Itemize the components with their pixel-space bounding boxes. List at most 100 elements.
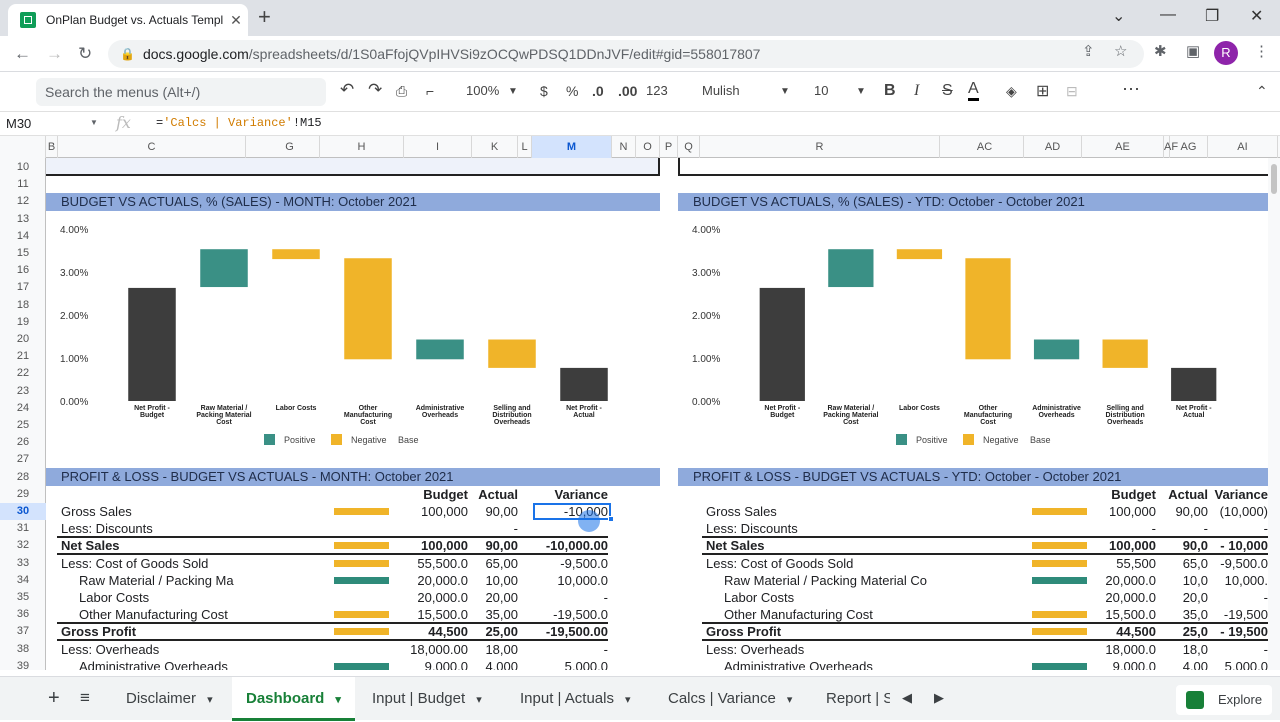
column-header-ad[interactable]: AD bbox=[1024, 136, 1082, 158]
vertical-scrollbar[interactable] bbox=[1268, 158, 1280, 670]
more-options-icon[interactable]: ⋯ bbox=[1122, 79, 1140, 100]
column-header-o[interactable]: O bbox=[636, 136, 660, 158]
scroll-tabs-left-icon[interactable]: ◀ bbox=[902, 690, 912, 706]
bar-negative[interactable] bbox=[488, 339, 536, 368]
fill-handle[interactable] bbox=[608, 516, 614, 522]
forward-icon[interactable]: → bbox=[46, 44, 63, 64]
row-header-16[interactable]: 16 bbox=[0, 262, 46, 279]
bar-positive[interactable] bbox=[200, 249, 248, 288]
minimize-icon[interactable]: — bbox=[1160, 6, 1176, 24]
chevron-down-icon[interactable]: ▾ bbox=[784, 694, 793, 706]
column-header-ae[interactable]: AE bbox=[1082, 136, 1164, 158]
row-header-38[interactable]: 38 bbox=[0, 641, 46, 658]
avatar[interactable]: R bbox=[1214, 41, 1238, 65]
waterfall-chart-ytd[interactable]: 4.00% 3.00% 2.00% 1.00% 0.00% Net Profit -Bud… bbox=[678, 218, 1268, 448]
row-header-22[interactable]: 22 bbox=[0, 365, 46, 382]
sheet-tab-dashboard[interactable]: Dashboard ▾ bbox=[232, 677, 355, 721]
column-header-r[interactable]: R bbox=[700, 136, 940, 158]
bar-base[interactable] bbox=[759, 287, 805, 401]
share-icon[interactable]: ⇪ bbox=[1082, 42, 1095, 60]
browser-tab[interactable]: OnPlan Budget vs. Actuals Templ ✕ bbox=[8, 4, 248, 36]
currency-button[interactable]: $ bbox=[540, 83, 548, 99]
url-input[interactable]: 🔒 docs.google.com /spreadsheets/d/1S0aFf… bbox=[108, 40, 1144, 68]
chevron-down-icon[interactable]: ▾ bbox=[473, 694, 482, 706]
column-header-g[interactable]: G bbox=[260, 136, 320, 158]
sheet-tab-disclaimer[interactable]: Disclaimer ▾ bbox=[112, 677, 227, 721]
row-header-10[interactable]: 10 bbox=[0, 159, 46, 176]
sheet-grid[interactable]: BUDGET VS ACTUALS, % (SALES) - MONTH: Oc… bbox=[46, 158, 1268, 670]
row-header-15[interactable]: 15 bbox=[0, 245, 46, 262]
row-header-26[interactable]: 26 bbox=[0, 434, 46, 451]
row-header-17[interactable]: 17 bbox=[0, 279, 46, 296]
font-size-select[interactable]: 10 bbox=[814, 83, 828, 98]
scroll-tabs-right-icon[interactable]: ▶ bbox=[934, 690, 944, 706]
column-header-ac[interactable]: AC bbox=[946, 136, 1024, 158]
column-header-k[interactable]: K bbox=[472, 136, 518, 158]
name-box[interactable]: M30 bbox=[6, 116, 100, 131]
tab-close-icon[interactable]: ✕ bbox=[224, 12, 248, 29]
row-header-14[interactable]: 14 bbox=[0, 228, 46, 245]
column-header-n[interactable]: N bbox=[612, 136, 636, 158]
column-header-h[interactable]: H bbox=[320, 136, 404, 158]
sheet-tab-input-budget[interactable]: Input | Budget ▾ bbox=[358, 677, 496, 721]
column-header-ai[interactable]: AI bbox=[1208, 136, 1278, 158]
bar-negative[interactable] bbox=[965, 258, 1011, 360]
fill-color-icon[interactable]: ◈ bbox=[1006, 83, 1017, 100]
chevron-down-icon[interactable]: ▾ bbox=[622, 694, 631, 706]
row-header-37[interactable]: 37 bbox=[0, 623, 46, 640]
bar-base[interactable] bbox=[1171, 367, 1217, 401]
merge-cells-icon[interactable]: ⊟ bbox=[1066, 83, 1078, 100]
bar-positive[interactable] bbox=[1033, 339, 1080, 360]
column-header-c[interactable]: C bbox=[58, 136, 246, 158]
row-header-28[interactable]: 28 bbox=[0, 469, 46, 486]
side-panel-icon[interactable]: ▣ bbox=[1186, 42, 1200, 60]
decrease-decimal-button[interactable]: .0 bbox=[592, 83, 604, 99]
strikethrough-button[interactable]: S bbox=[942, 82, 953, 100]
font-select[interactable]: Mulish bbox=[702, 83, 740, 98]
row-header-36[interactable]: 36 bbox=[0, 606, 46, 623]
row-header-30[interactable]: 30 bbox=[0, 503, 46, 520]
column-header-i[interactable]: I bbox=[404, 136, 472, 158]
text-color-button[interactable]: A bbox=[968, 80, 979, 101]
row-header-24[interactable]: 24 bbox=[0, 400, 46, 417]
paint-format-icon[interactable]: ⌐ bbox=[426, 83, 434, 99]
collapse-toolbar-icon[interactable]: ⌃ bbox=[1256, 83, 1268, 100]
row-header-25[interactable]: 25 bbox=[0, 417, 46, 434]
bar-base[interactable] bbox=[560, 367, 608, 401]
column-header-b[interactable]: B bbox=[46, 136, 58, 158]
scrollbar-thumb[interactable] bbox=[1271, 164, 1277, 194]
chevron-down-icon[interactable]: ▾ bbox=[204, 694, 213, 706]
select-all-corner[interactable] bbox=[0, 136, 46, 158]
italic-button[interactable]: I bbox=[914, 82, 919, 100]
sheet-tab-calcs-variance[interactable]: Calcs | Variance ▾ bbox=[654, 677, 806, 721]
bar-positive[interactable] bbox=[828, 249, 874, 288]
column-header-m[interactable]: M bbox=[532, 136, 612, 158]
column-header-l[interactable]: L bbox=[518, 136, 532, 158]
more-icon[interactable]: ⋮ bbox=[1254, 42, 1269, 60]
reload-icon[interactable]: ↻ bbox=[78, 44, 92, 64]
bar-base[interactable] bbox=[128, 287, 176, 401]
bar-positive[interactable] bbox=[416, 339, 464, 360]
explore-button[interactable]: Explore bbox=[1176, 685, 1272, 715]
row-header-19[interactable]: 19 bbox=[0, 314, 46, 331]
row-header-32[interactable]: 32 bbox=[0, 537, 46, 554]
bar-negative[interactable] bbox=[344, 258, 392, 360]
row-header-29[interactable]: 29 bbox=[0, 486, 46, 503]
redo-icon[interactable]: ↷ bbox=[368, 80, 382, 100]
formula-input[interactable]: ='Calcs | Variance'!M15 bbox=[156, 116, 322, 130]
zoom-select[interactable]: 100% bbox=[466, 83, 499, 98]
new-tab-icon[interactable]: + bbox=[258, 4, 271, 30]
sheet-tab-input-actuals[interactable]: Input | Actuals ▾ bbox=[506, 677, 645, 721]
extensions-icon[interactable]: ✱ bbox=[1154, 42, 1167, 60]
increase-decimal-button[interactable]: .00 bbox=[618, 83, 637, 99]
close-window-icon[interactable]: ✕ bbox=[1250, 6, 1263, 26]
more-formats-button[interactable]: 123 bbox=[646, 83, 668, 98]
bar-negative[interactable] bbox=[1102, 339, 1148, 368]
menu-search-input[interactable]: Search the menus (Alt+/) bbox=[36, 78, 326, 106]
row-header-20[interactable]: 20 bbox=[0, 331, 46, 348]
sheet-tab-report-s[interactable]: Report | S bbox=[812, 677, 890, 721]
restore-icon[interactable]: ❐ bbox=[1205, 6, 1219, 26]
bold-button[interactable]: B bbox=[884, 82, 896, 100]
add-sheet-icon[interactable]: + bbox=[48, 687, 60, 710]
undo-icon[interactable]: ↶ bbox=[340, 80, 354, 100]
